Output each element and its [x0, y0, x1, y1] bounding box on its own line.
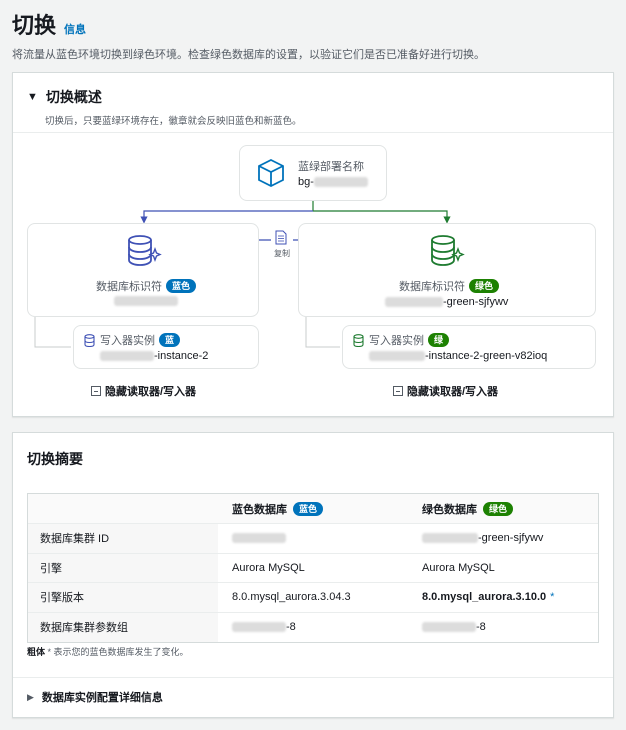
blue-hide-reader-writer-toggle[interactable]: 隐藏读取器/写入器 — [91, 383, 196, 399]
redacted-text — [100, 351, 154, 361]
row-green-value: Aurora MySQL — [422, 561, 495, 574]
row-blue-value — [218, 533, 408, 544]
header-green-db-label: 绿色数据库 — [422, 503, 477, 516]
green-instance-label-text: 写入器实例 — [369, 335, 424, 347]
green-engine-version: 8.0.mysql_aurora.3.10.0 — [422, 591, 547, 604]
change-note: 粗体 * 表示您的蓝色数据库发生了变化。 — [27, 645, 189, 658]
page-header: 切换 信息 将流量从蓝色环境切换到绿色环境。检查绿色数据库的设置，以验证它们是否… — [12, 8, 614, 62]
table-row: 数据库集群参数组 -8 -8 — [28, 612, 598, 642]
redacted-text — [232, 622, 286, 633]
cube-icon — [258, 158, 284, 188]
row-label: 数据库集群参数组 — [28, 612, 218, 642]
database-icon — [84, 334, 95, 347]
green-db-label: 数据库标识符 绿色 — [399, 278, 500, 294]
green-instance-identifier: -instance-2-green-v82ioq — [369, 350, 547, 362]
row-label: 引擎 — [28, 553, 218, 582]
blue-short-badge: 蓝 — [159, 333, 181, 347]
green-param-group-suffix: -8 — [476, 621, 486, 634]
summary-title: 切换摘要 — [27, 451, 83, 467]
redacted-text — [422, 533, 478, 544]
database-sparkle-icon — [431, 235, 465, 266]
page-description: 将流量从蓝色环境切换到绿色环境。检查绿色数据库的设置，以验证它们是否已准备好进行… — [12, 49, 485, 61]
blue-instance-label-text: 写入器实例 — [100, 335, 155, 347]
redacted-text — [385, 297, 443, 307]
copy-label: 复制 — [274, 249, 290, 258]
deployment-name: bg- — [298, 176, 368, 188]
caret-right-icon: ▶ — [27, 691, 34, 702]
redacted-text — [114, 296, 178, 306]
green-db-suffix: -green-sjfywv — [443, 296, 509, 308]
switchover-overview-panel: ▼ 切换概述 切换后，只要蓝绿环境存在，徽章就会反映旧蓝色和新蓝色。 蓝绿部署名… — [12, 72, 614, 417]
blue-badge: 蓝色 — [166, 279, 197, 293]
info-link[interactable]: 信息 — [64, 21, 86, 37]
blue-instance-identifier: -instance-2 — [100, 350, 208, 362]
green-database-card: 数据库标识符 绿色 -green-sjfywv — [298, 223, 596, 317]
expander-label: 数据库实例配置详细信息 — [41, 692, 163, 704]
green-toggle-label: 隐藏读取器/写入器 — [407, 386, 499, 398]
blue-instance-label: 写入器实例 蓝 — [100, 332, 181, 348]
redacted-text — [232, 533, 286, 544]
deployment-name-prefix: bg- — [298, 176, 314, 188]
deployment-card: 蓝绿部署名称 bg- — [239, 145, 387, 201]
redacted-text — [313, 177, 368, 187]
note-text: * 表示您的蓝色数据库发生了变化。 — [45, 647, 189, 657]
summary-table: 蓝色数据库 蓝色 绿色数据库 绿色 数据库集群 ID -green-sjfywv… — [27, 493, 599, 643]
deployment-label: 蓝绿部署名称 — [298, 161, 364, 173]
green-db-label-text: 数据库标识符 — [399, 281, 465, 293]
changed-marker: * — [550, 591, 555, 604]
redacted-text — [422, 622, 476, 633]
green-instance-suffix: -instance-2-green-v82ioq — [425, 350, 548, 362]
header-empty-cell — [28, 494, 218, 523]
table-header: 蓝色数据库 蓝色 绿色数据库 绿色 — [28, 494, 598, 524]
blue-db-label: 数据库标识符 蓝色 — [96, 278, 197, 294]
blue-database-card: 数据库标识符 蓝色 — [27, 223, 259, 317]
note-bold: 粗体 — [27, 647, 46, 657]
switchover-summary-panel: 切换摘要 蓝色数据库 蓝色 绿色数据库 绿色 数据库集群 ID -green-s… — [12, 432, 614, 718]
divider — [13, 677, 613, 678]
row-blue-value: Aurora MySQL — [232, 561, 305, 574]
collapse-square-icon — [91, 386, 101, 396]
document-copy-icon — [275, 230, 287, 245]
blue-db-identifier — [114, 296, 178, 306]
green-instance-label: 写入器实例 绿 — [369, 332, 450, 348]
header-green-db: 绿色数据库 绿色 — [408, 501, 598, 517]
table-row: 数据库集群 ID -green-sjfywv — [28, 524, 598, 554]
green-writer-instance-card: 写入器实例 绿 -instance-2-green-v82ioq — [342, 325, 596, 369]
row-label: 数据库集群 ID — [28, 524, 218, 553]
database-sparkle-icon — [128, 235, 162, 266]
row-green-value: -8 — [408, 621, 598, 633]
blue-writer-instance-card: 写入器实例 蓝 -instance-2 — [73, 325, 259, 369]
collapse-square-icon — [393, 386, 403, 396]
row-blue-value: -8 — [218, 621, 408, 633]
page-title: 切换 — [12, 13, 57, 38]
database-icon — [353, 334, 364, 347]
row-green-value: -green-sjfywv — [408, 532, 598, 544]
header-blue-db-label: 蓝色数据库 — [232, 503, 287, 516]
green-db-identifier: -green-sjfywv — [385, 296, 508, 308]
green-badge: 绿色 — [483, 501, 514, 516]
blue-toggle-label: 隐藏读取器/写入器 — [105, 386, 197, 398]
green-hide-reader-writer-toggle[interactable]: 隐藏读取器/写入器 — [393, 383, 498, 399]
blue-instance-suffix: -instance-2 — [154, 350, 209, 362]
row-label: 引擎版本 — [28, 583, 218, 612]
green-cluster-id-suffix: -green-sjfywv — [478, 532, 544, 545]
green-short-badge: 绿 — [428, 333, 450, 347]
instance-config-details-expander[interactable]: ▶ 数据库实例配置详细信息 — [27, 689, 163, 705]
blue-db-label-text: 数据库标识符 — [96, 281, 162, 293]
redacted-text — [369, 351, 425, 361]
table-row: 引擎 Aurora MySQL Aurora MySQL — [28, 553, 598, 583]
row-blue-value: 8.0.mysql_aurora.3.04.3 — [232, 591, 351, 604]
header-blue-db: 蓝色数据库 蓝色 — [218, 501, 408, 517]
row-green-value: 8.0.mysql_aurora.3.10.0 * — [408, 591, 598, 603]
table-row: 引擎版本 8.0.mysql_aurora.3.04.3 8.0.mysql_a… — [28, 583, 598, 613]
green-badge: 绿色 — [469, 279, 500, 293]
blue-badge: 蓝色 — [293, 501, 324, 516]
blue-param-group-suffix: -8 — [286, 621, 296, 634]
